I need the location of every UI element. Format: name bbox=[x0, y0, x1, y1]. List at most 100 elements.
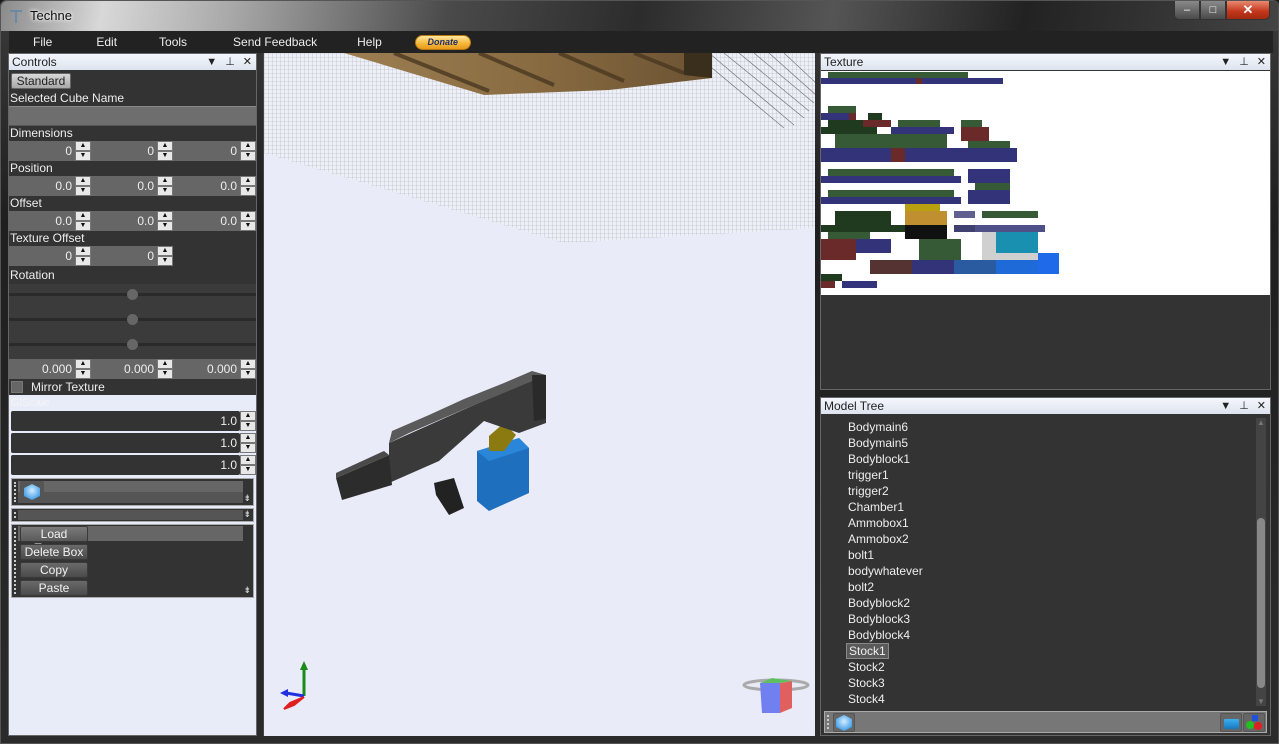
spin-up-button[interactable]: ▲ bbox=[157, 246, 173, 256]
standard-mode-button[interactable]: Standard bbox=[11, 73, 71, 89]
tree-item[interactable]: Stock4 bbox=[846, 691, 887, 707]
spin-down-button[interactable]: ▼ bbox=[240, 221, 256, 231]
spin-down-button[interactable]: ▼ bbox=[157, 186, 173, 196]
glscale-y-input[interactable]: 1.0 bbox=[11, 433, 240, 453]
tree-item[interactable]: Stock3 bbox=[846, 675, 887, 691]
maximize-button[interactable]: □ bbox=[1200, 1, 1226, 20]
rotation-x-slider-thumb[interactable] bbox=[127, 289, 138, 300]
texture-canvas[interactable] bbox=[821, 71, 1270, 295]
menu-tools[interactable]: Tools bbox=[151, 35, 195, 49]
spin-down-button[interactable]: ▼ bbox=[75, 369, 91, 379]
tree-item[interactable]: Chamber1 bbox=[846, 499, 906, 515]
menu-file[interactable]: File bbox=[25, 35, 60, 49]
tree-item[interactable]: Stock2 bbox=[846, 659, 887, 675]
spin-down-button[interactable]: ▼ bbox=[75, 151, 91, 161]
offset-x-input[interactable]: 0.0 bbox=[9, 211, 75, 231]
pin-icon[interactable]: ⊥ bbox=[225, 54, 235, 70]
spin-up-button[interactable]: ▲ bbox=[75, 359, 91, 369]
texture-offset-x-input[interactable]: 0 bbox=[9, 246, 75, 266]
spin-up-button[interactable]: ▲ bbox=[240, 433, 256, 443]
close-icon[interactable]: ✕ bbox=[1257, 398, 1266, 414]
view-cube-front[interactable] bbox=[760, 683, 780, 713]
selected-cube-name-input[interactable] bbox=[9, 106, 256, 126]
delete-box-button[interactable]: Delete Box bbox=[20, 544, 88, 560]
spin-down-button[interactable]: ▼ bbox=[240, 369, 256, 379]
menu-send-feedback[interactable]: Send Feedback bbox=[225, 35, 325, 49]
model-tree-scrollbar[interactable]: ▲ ▼ bbox=[1256, 418, 1266, 706]
tree-item[interactable]: Stock1 bbox=[846, 643, 889, 659]
glscale-z-input[interactable]: 1.0 bbox=[11, 455, 240, 475]
tree-item[interactable]: Ammobox2 bbox=[846, 531, 911, 547]
3d-viewport[interactable] bbox=[263, 53, 815, 736]
spin-up-button[interactable]: ▲ bbox=[240, 359, 256, 369]
title-bar[interactable]: Techne – □ ✕ bbox=[1, 1, 1278, 31]
mirror-texture-checkbox[interactable] bbox=[11, 381, 23, 393]
position-x-input[interactable]: 0.0 bbox=[9, 176, 75, 196]
dimension-y-input[interactable]: 0 bbox=[91, 141, 157, 161]
menu-help[interactable]: Help bbox=[349, 35, 390, 49]
toolbar-overflow-icon[interactable]: ⇟ bbox=[243, 585, 251, 596]
spin-up-button[interactable]: ▲ bbox=[240, 176, 256, 186]
spin-down-button[interactable]: ▼ bbox=[157, 151, 173, 161]
spin-up-button[interactable]: ▲ bbox=[240, 141, 256, 151]
minimize-button[interactable]: – bbox=[1174, 1, 1200, 20]
dimension-x-input[interactable]: 0 bbox=[9, 141, 75, 161]
spin-up-button[interactable]: ▲ bbox=[240, 211, 256, 221]
view-cube-side[interactable] bbox=[780, 681, 792, 713]
tree-item[interactable]: Bodyblock2 bbox=[846, 595, 912, 611]
add-cube-button[interactable] bbox=[20, 481, 44, 503]
tree-item[interactable]: Bodymain5 bbox=[846, 435, 910, 451]
scroll-down-icon[interactable]: ▼ bbox=[1256, 697, 1266, 706]
spin-up-button[interactable]: ▲ bbox=[157, 359, 173, 369]
spin-up-button[interactable]: ▲ bbox=[75, 246, 91, 256]
texture-offset-y-input[interactable]: 0 bbox=[91, 246, 157, 266]
tree-item[interactable]: bolt1 bbox=[846, 547, 876, 563]
spin-down-button[interactable]: ▼ bbox=[75, 256, 91, 266]
tree-item[interactable]: Ammobox1 bbox=[846, 515, 911, 531]
tree-item[interactable]: bodywhatever bbox=[846, 563, 925, 579]
rotation-z-input[interactable]: 0.000 bbox=[173, 359, 240, 379]
toolbar-grip[interactable] bbox=[14, 482, 17, 502]
rotation-z-slider-thumb[interactable] bbox=[127, 339, 138, 350]
add-folder-button[interactable] bbox=[1220, 713, 1242, 732]
dropdown-icon[interactable]: ▼ bbox=[1220, 54, 1231, 70]
load-texture-button[interactable]: Load Texture bbox=[20, 526, 88, 555]
toolbar-overflow-icon[interactable]: ⇟ bbox=[243, 509, 251, 520]
copy-button[interactable]: Copy bbox=[20, 562, 88, 578]
dropdown-icon[interactable]: ▼ bbox=[206, 54, 217, 70]
toolbar-grip[interactable] bbox=[14, 512, 17, 518]
model-grip[interactable] bbox=[434, 478, 464, 515]
tree-item[interactable]: bolt2 bbox=[846, 579, 876, 595]
spin-up-button[interactable]: ▲ bbox=[75, 176, 91, 186]
tree-item[interactable]: Bodyblock1 bbox=[846, 451, 912, 467]
tree-item[interactable]: trigger2 bbox=[846, 483, 891, 499]
toolbar-grip[interactable] bbox=[827, 715, 830, 729]
tree-item[interactable]: Bodyblock3 bbox=[846, 611, 912, 627]
close-icon[interactable]: ✕ bbox=[243, 54, 252, 70]
glscale-x-input[interactable]: 1.0 bbox=[11, 411, 240, 431]
offset-z-input[interactable]: 0.0 bbox=[173, 211, 240, 231]
toolbar-grip[interactable] bbox=[14, 528, 17, 594]
rotation-x-input[interactable]: 0.000 bbox=[9, 359, 75, 379]
toolbar-overflow-icon[interactable]: ⇟ bbox=[243, 493, 251, 504]
spin-up-button[interactable]: ▲ bbox=[157, 141, 173, 151]
spin-up-button[interactable]: ▲ bbox=[75, 141, 91, 151]
menu-edit[interactable]: Edit bbox=[88, 35, 125, 49]
view-cube[interactable] bbox=[742, 678, 810, 713]
spin-down-button[interactable]: ▼ bbox=[75, 186, 91, 196]
dropdown-icon[interactable]: ▼ bbox=[1220, 398, 1231, 414]
spin-down-button[interactable]: ▼ bbox=[157, 221, 173, 231]
spin-up-button[interactable]: ▲ bbox=[240, 411, 256, 421]
add-shapes-button[interactable] bbox=[1243, 713, 1265, 732]
spin-up-button[interactable]: ▲ bbox=[157, 176, 173, 186]
spin-up-button[interactable]: ▲ bbox=[75, 211, 91, 221]
donate-button[interactable]: Donate bbox=[414, 34, 471, 50]
spin-down-button[interactable]: ▼ bbox=[240, 151, 256, 161]
pin-icon[interactable]: ⊥ bbox=[1239, 54, 1249, 70]
position-z-input[interactable]: 0.0 bbox=[173, 176, 240, 196]
dimension-z-input[interactable]: 0 bbox=[173, 141, 240, 161]
paste-button[interactable]: Paste bbox=[20, 580, 88, 596]
tree-item[interactable]: Bodyblock4 bbox=[846, 627, 912, 643]
add-cube-button[interactable] bbox=[833, 713, 855, 732]
spin-down-button[interactable]: ▼ bbox=[240, 186, 256, 196]
